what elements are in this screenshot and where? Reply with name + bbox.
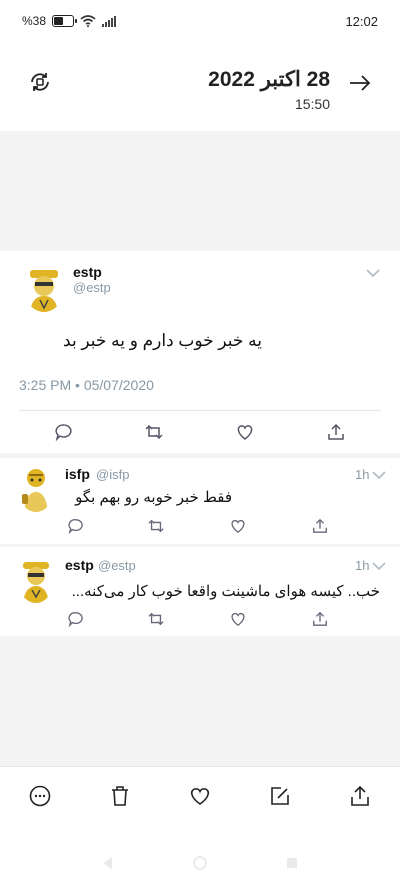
retweet-icon[interactable] bbox=[148, 518, 164, 534]
main-tweet: estp @estp یه خبر خوب دارم و یه خبر بد 3… bbox=[0, 251, 400, 453]
divider bbox=[19, 410, 381, 411]
share-icon[interactable] bbox=[327, 423, 345, 441]
chevron-down-icon[interactable] bbox=[372, 470, 386, 480]
reply-icon[interactable] bbox=[55, 423, 73, 441]
wifi-icon bbox=[80, 15, 96, 27]
author-handle[interactable]: @estp bbox=[73, 280, 111, 295]
image-margin-bottom bbox=[0, 636, 400, 766]
battery-icon bbox=[52, 15, 78, 27]
retweet-icon[interactable] bbox=[145, 423, 163, 441]
time-ago: 1h bbox=[355, 558, 370, 573]
chevron-down-icon[interactable] bbox=[372, 561, 386, 571]
author-name[interactable]: estp bbox=[73, 264, 102, 280]
header-date: 28 اکتبر 2022 bbox=[208, 68, 330, 91]
like-icon[interactable] bbox=[189, 785, 211, 807]
tweet-timestamp: 3:25 PM • 05/07/2020 bbox=[19, 377, 154, 393]
avatar-image bbox=[23, 562, 49, 603]
edit-icon[interactable] bbox=[269, 785, 291, 807]
reply-icon[interactable] bbox=[68, 518, 84, 534]
share-icon[interactable] bbox=[312, 518, 328, 534]
reply-tweet: isfp @isfp 1h فقط خبر خوبه رو بهم بگو bbox=[0, 458, 400, 544]
back-nav-icon[interactable] bbox=[100, 855, 116, 871]
avatar-image bbox=[22, 469, 48, 512]
reply-icon[interactable] bbox=[68, 611, 84, 627]
avatar-image bbox=[30, 270, 58, 312]
avatar bbox=[18, 466, 54, 512]
battery-percent: %38 bbox=[22, 14, 47, 28]
author-name[interactable]: isfp bbox=[65, 466, 90, 482]
avatar bbox=[18, 557, 54, 603]
rotate-icon[interactable] bbox=[28, 70, 52, 94]
share-icon[interactable] bbox=[349, 785, 371, 807]
image-margin-top bbox=[0, 131, 400, 251]
tweet-text: خب.. کیسه هوای ماشینت واقعا خوب کار می‌ک… bbox=[71, 583, 380, 600]
time-ago: 1h bbox=[355, 467, 370, 482]
author-name[interactable]: estp bbox=[65, 557, 94, 573]
avatar bbox=[24, 264, 64, 312]
retweet-icon[interactable] bbox=[148, 611, 164, 627]
like-icon[interactable] bbox=[230, 611, 246, 627]
status-bar: %38 12:02 bbox=[0, 0, 400, 40]
status-time: 12:02 bbox=[345, 14, 378, 29]
viewer-header: 28 اکتبر 2022 15:50 bbox=[0, 55, 400, 130]
author-handle[interactable]: @estp bbox=[98, 558, 136, 573]
more-icon[interactable] bbox=[29, 785, 51, 807]
status-left: %38 bbox=[22, 14, 117, 28]
chevron-down-icon[interactable] bbox=[366, 268, 380, 278]
arrow-right-icon[interactable] bbox=[348, 72, 372, 94]
signal-icon bbox=[102, 15, 117, 27]
like-icon[interactable] bbox=[230, 518, 246, 534]
reply-tweet: estp @estp 1h خب.. کیسه هوای ماشینت واقع… bbox=[0, 547, 400, 636]
tweet-text: فقط خبر خوبه رو بهم بگو bbox=[75, 489, 232, 506]
share-icon[interactable] bbox=[312, 611, 328, 627]
author-handle[interactable]: @isfp bbox=[96, 467, 129, 482]
like-icon[interactable] bbox=[236, 423, 254, 441]
tweet-text: یه خبر خوب دارم و یه خبر بد bbox=[63, 331, 262, 350]
recents-nav-icon[interactable] bbox=[284, 855, 300, 871]
bottom-action-bar bbox=[0, 766, 400, 827]
delete-icon[interactable] bbox=[109, 785, 131, 807]
header-time: 15:50 bbox=[294, 96, 330, 112]
home-nav-icon[interactable] bbox=[192, 855, 208, 871]
